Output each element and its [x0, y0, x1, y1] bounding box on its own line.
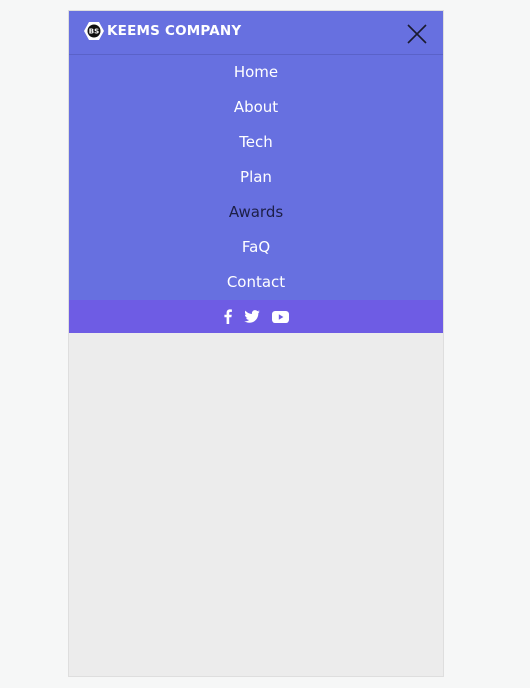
nav-item-faq[interactable]: FaQ	[69, 230, 443, 265]
logo-badge-text: BS	[89, 28, 99, 36]
close-icon	[407, 24, 427, 44]
nav-item-tech[interactable]: Tech	[69, 125, 443, 160]
brand-name: KEEMS COMPANY	[107, 23, 242, 39]
nav-item-contact[interactable]: Contact	[69, 265, 443, 300]
nav-menu: Home About Tech Plan Awards FaQ Contact	[69, 55, 443, 300]
nav-item-home[interactable]: Home	[69, 55, 443, 90]
nav-item-about[interactable]: About	[69, 90, 443, 125]
close-menu-button[interactable]	[407, 24, 427, 44]
header: BS KEEMS COMPANY	[69, 11, 443, 55]
mobile-viewport: BS KEEMS COMPANY Home About Tech Plan Aw…	[68, 10, 444, 677]
brand-logo[interactable]: BS KEEMS COMPANY	[84, 21, 241, 41]
nav-item-plan[interactable]: Plan	[69, 160, 443, 195]
facebook-icon[interactable]	[223, 309, 232, 325]
social-links	[69, 300, 443, 333]
logo-badge-icon: BS	[84, 22, 104, 40]
twitter-icon[interactable]	[243, 309, 260, 325]
nav-item-awards[interactable]: Awards	[69, 195, 443, 230]
youtube-icon[interactable]	[271, 309, 289, 325]
